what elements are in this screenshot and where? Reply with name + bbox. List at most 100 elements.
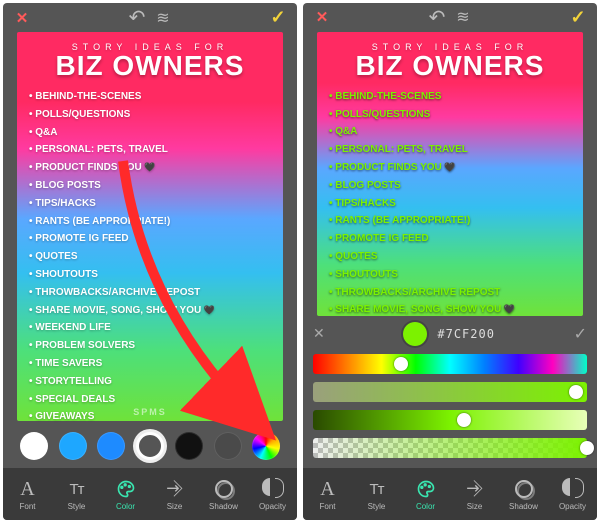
saturation-slider[interactable] [313,382,587,402]
tab-color[interactable]: Color [404,478,448,511]
top-toolbar [3,3,297,32]
editor-screen-swatches: STORY IDEAS FOR BIZ OWNERS BEHIND-THE-SC… [3,3,297,520]
picker-close-icon[interactable] [313,325,325,343]
swatch-blue-2[interactable] [97,432,125,460]
swatch-white[interactable] [20,432,48,460]
list-item: SHOUTOUTS [329,266,571,284]
undo-icon[interactable] [128,9,146,27]
palette-icon [415,478,437,500]
list-item: Q&A [29,124,271,142]
opacity-icon [562,478,584,500]
close-icon[interactable] [13,9,31,27]
hex-value[interactable]: #7CF200 [437,327,495,341]
picker-confirm-icon[interactable] [574,324,587,344]
list-item: RANTS (BE APPROPRIATE!) [29,213,271,231]
tab-label: Shadow [209,502,238,511]
confirm-icon[interactable] [569,8,587,26]
list-item: PROMOTE IG FEED [329,230,571,248]
list-item: SHARE MOVIE, SONG, SHOW YOU [329,301,571,315]
bottom-tool-tabs: Font Style Color Size [3,468,297,520]
swatch-outline[interactable] [136,432,164,460]
close-icon[interactable] [313,8,331,26]
tab-style[interactable]: Style [55,478,99,511]
size-icon [464,478,486,500]
list-item: WEEKEND LIFE [29,319,271,337]
list-item: POLLS/QUESTIONS [29,106,271,124]
list-item: BEHIND-THE-SCENES [329,88,571,106]
opacity-icon [262,478,284,500]
hue-slider[interactable] [313,354,587,374]
list-item: RANTS (BE APPROPRIATE!) [329,212,571,230]
color-swatch-row [3,425,297,468]
tab-size[interactable]: Size [453,478,497,511]
style-icon [366,478,388,500]
swatch-gray[interactable] [214,432,242,460]
font-icon [317,478,339,500]
graphic-bullet-list: BEHIND-THE-SCENESPOLLS/QUESTIONSQ&APERSO… [29,88,271,425]
list-item: SHARE MOVIE, SONG, SHOW YOU [29,302,271,320]
tab-style[interactable]: Style [355,478,399,511]
watermark: SPMS [17,407,283,417]
tab-label: Size [167,502,183,511]
current-color-swatch[interactable] [403,322,427,346]
tab-label: Color [416,502,435,511]
font-icon [17,478,39,500]
tab-font[interactable]: Font [306,478,350,511]
list-item: PERSONAL: PETS, TRAVEL [329,141,571,159]
tab-label: Opacity [559,502,586,511]
list-item: QUOTES [329,248,571,266]
tab-color[interactable]: Color [104,478,148,511]
tab-label: Font [319,502,335,511]
style-icon [66,478,88,500]
list-item: PRODUCT FINDS YOU [29,159,271,177]
tab-label: Shadow [509,502,538,511]
list-item: Q&A [329,123,571,141]
graphic-title: BIZ OWNERS [29,50,271,82]
design-canvas[interactable]: STORY IDEAS FOR BIZ OWNERS BEHIND-THE-SC… [17,32,283,421]
tab-size[interactable]: Size [153,478,197,511]
swatch-rainbow[interactable] [252,432,280,460]
swatch-blue-1[interactable] [59,432,87,460]
list-item: BLOG POSTS [329,177,571,195]
shadow-icon [513,478,535,500]
editor-screen-color-picker: STORY IDEAS FOR BIZ OWNERS BEHIND-THE-SC… [303,3,597,520]
alpha-knob[interactable] [580,441,594,455]
list-item: PROBLEM SOLVERS [29,337,271,355]
list-item: BEHIND-THE-SCENES [29,88,271,106]
list-item: POLLS/QUESTIONS [329,106,571,124]
saturation-knob[interactable] [569,385,583,399]
graphic-title: BIZ OWNERS [329,50,571,82]
layers-icon[interactable] [154,9,172,27]
tab-shadow[interactable]: Shadow [502,478,546,511]
tab-opacity[interactable]: Opacity [551,478,595,511]
lightness-slider[interactable] [313,410,587,430]
list-item: TIPS/HACKS [29,195,271,213]
tab-label: Style [368,502,386,511]
hue-knob[interactable] [394,357,408,371]
lightness-knob[interactable] [457,413,471,427]
tab-opacity[interactable]: Opacity [251,478,295,511]
list-item: PERSONAL: PETS, TRAVEL [29,141,271,159]
alpha-slider[interactable] [313,438,587,458]
tab-label: Size [467,502,483,511]
tab-font[interactable]: Font [6,478,50,511]
undo-icon[interactable] [428,8,446,26]
list-item: TIPS/HACKS [329,195,571,213]
list-item: SPECIAL DEALS [29,391,271,409]
tab-label: Font [19,502,35,511]
swatch-black[interactable] [175,432,203,460]
list-item: STORYTELLING [29,373,271,391]
design-canvas[interactable]: STORY IDEAS FOR BIZ OWNERS BEHIND-THE-SC… [317,32,583,316]
list-item: SHOUTOUTS [29,266,271,284]
layers-icon[interactable] [454,8,472,26]
graphic-bullet-list: BEHIND-THE-SCENESPOLLS/QUESTIONSQ&APERSO… [329,88,571,316]
tab-shadow[interactable]: Shadow [202,478,246,511]
confirm-icon[interactable] [269,9,287,27]
bottom-tool-tabs: Font Style Color Size [303,468,597,520]
palette-icon [115,478,137,500]
list-item: THROWBACKS/ARCHIVE REPOST [329,284,571,302]
list-item: QUOTES [29,248,271,266]
list-item: TIME SAVERS [29,355,271,373]
list-item: THROWBACKS/ARCHIVE REPOST [29,284,271,302]
list-item: PROMOTE IG FEED [29,230,271,248]
